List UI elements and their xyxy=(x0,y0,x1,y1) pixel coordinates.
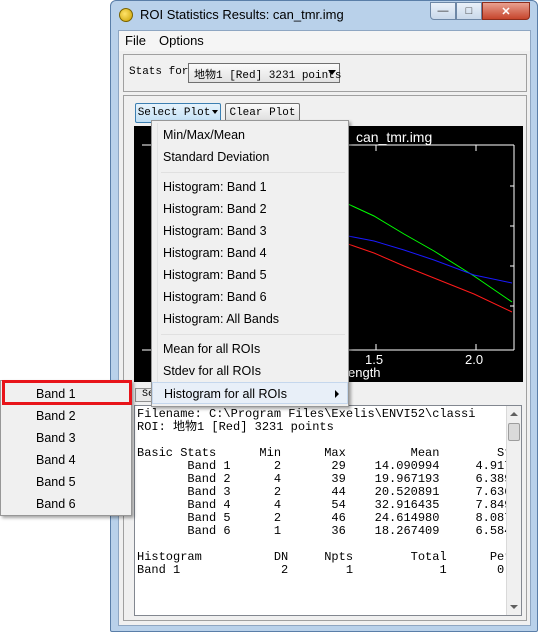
band-1-highlight-box xyxy=(2,380,132,405)
submenu-item-band-2[interactable]: Band 2 xyxy=(1,405,131,427)
report-text-content: Filename: C:\Program Files\Exelis\ENVI52… xyxy=(137,408,509,577)
x-axis-label: ength xyxy=(348,365,381,380)
envi-app-icon xyxy=(119,8,133,22)
x-tick-label: 2.0 xyxy=(465,352,484,367)
window-title: ROI Statistics Results: can_tmr.img xyxy=(140,7,344,22)
stats-for-label: Stats for xyxy=(129,66,189,78)
title-bar[interactable]: ROI Statistics Results: can_tmr.img — □ … xyxy=(111,1,537,30)
menu-item-histogram-all-rois[interactable]: Histogram for all ROIs xyxy=(152,382,348,404)
menu-separator xyxy=(161,172,345,173)
statistics-report-text[interactable]: Filename: C:\Program Files\Exelis\ENVI52… xyxy=(134,405,522,616)
roi-select-combo[interactable]: 地物1 [Red] 3231 points xyxy=(188,63,342,83)
submenu-item-band-3[interactable]: Band 3 xyxy=(1,427,131,449)
minimize-button[interactable]: — xyxy=(430,2,456,20)
histogram-row: Band 1 2 1 1 0.0310 xyxy=(137,563,509,577)
menu-options[interactable]: Options xyxy=(159,33,204,48)
dropdown-arrow-icon xyxy=(212,110,219,115)
menu-item-histogram-band-4[interactable]: Histogram: Band 4 xyxy=(152,242,348,264)
menu-file[interactable]: File xyxy=(125,33,146,48)
select-plot-menu: Min/Max/Mean Standard Deviation Histogra… xyxy=(151,120,349,407)
menu-item-histogram-band-2[interactable]: Histogram: Band 2 xyxy=(152,198,348,220)
menu-item-standard-deviation[interactable]: Standard Deviation xyxy=(152,146,348,168)
menu-bar: File Options xyxy=(119,31,530,51)
plot-title: can_tmr.img xyxy=(356,129,433,145)
report-roi-line: ROI: 地物1 [Red] 3231 points xyxy=(137,420,334,434)
submenu-item-band-5[interactable]: Band 5 xyxy=(1,471,131,493)
menu-item-stdev-all-rois[interactable]: Stdev for all ROIs xyxy=(152,360,348,382)
scroll-up-arrow-icon[interactable] xyxy=(508,407,520,421)
scroll-down-arrow-icon[interactable] xyxy=(508,600,520,614)
submenu-item-band-6[interactable]: Band 6 xyxy=(1,493,131,515)
menu-item-min-max-mean[interactable]: Min/Max/Mean xyxy=(152,124,348,146)
menu-item-histogram-band-1[interactable]: Histogram: Band 1 xyxy=(152,176,348,198)
menu-separator xyxy=(161,334,345,335)
menu-item-histogram-band-5[interactable]: Histogram: Band 5 xyxy=(152,264,348,286)
menu-item-mean-all-rois[interactable]: Mean for all ROIs xyxy=(152,338,348,360)
stats-for-panel: Stats for 地物1 [Red] 3231 points xyxy=(123,54,527,92)
maximize-button[interactable]: □ xyxy=(456,2,482,20)
select-plot-label: Select Plot xyxy=(137,107,211,119)
submenu-arrow-icon xyxy=(335,390,339,398)
scrollbar-thumb[interactable] xyxy=(508,423,520,441)
chevron-down-icon xyxy=(328,70,336,75)
menu-item-histogram-all-bands[interactable]: Histogram: All Bands xyxy=(152,308,348,330)
menu-item-histogram-band-6[interactable]: Histogram: Band 6 xyxy=(152,286,348,308)
vertical-scrollbar[interactable] xyxy=(506,406,521,615)
submenu-item-band-4[interactable]: Band 4 xyxy=(1,449,131,471)
stats-row: Band 6 1 36 18.267409 6.584082 xyxy=(137,524,509,538)
menu-item-histogram-band-3[interactable]: Histogram: Band 3 xyxy=(152,220,348,242)
roi-select-value: 地物1 [Red] 3231 points xyxy=(194,70,342,82)
close-button[interactable]: ✕ xyxy=(482,2,530,20)
